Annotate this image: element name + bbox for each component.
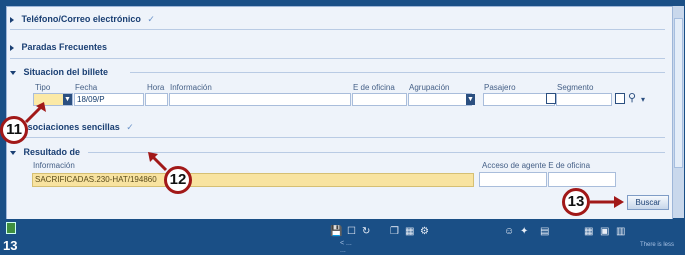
info-value: SACRIFICADAS.230-HAT/194860	[32, 173, 474, 187]
office-input[interactable]	[548, 172, 616, 187]
calendar-icon[interactable]	[546, 93, 556, 104]
oficina-input[interactable]	[352, 93, 407, 106]
col-header-agrupacion: Agrupación	[409, 83, 450, 92]
agent-access-label: Acceso de agente E de oficina	[482, 161, 591, 170]
divider	[88, 152, 665, 153]
check-icon: ✓	[126, 122, 134, 132]
dropdown-arrow-icon[interactable]: ▼	[466, 94, 475, 105]
copy-icon[interactable]: ❐	[390, 226, 399, 238]
col-header-informacion: Información	[170, 83, 212, 92]
chart-icon[interactable]: ▥	[616, 226, 625, 238]
col-header-oficina: E de oficina	[353, 83, 395, 92]
informacion-input[interactable]	[169, 93, 351, 106]
divider	[10, 29, 665, 30]
scroll-thumb[interactable]	[674, 18, 683, 168]
section-ticket-status[interactable]: Situacion del billete	[10, 67, 108, 77]
info-label: Información	[33, 161, 75, 170]
calendar-icon[interactable]	[615, 93, 625, 104]
col-header-pasajero: Pasajero	[484, 83, 516, 92]
document-icon[interactable]: ▤	[540, 226, 549, 238]
hora-input[interactable]	[145, 93, 168, 106]
callout-12: 12	[164, 166, 192, 194]
section-frequent-stops[interactable]: Paradas Frecuentes	[10, 42, 107, 52]
user-icon[interactable]: ☺	[504, 226, 514, 238]
col-header-fecha: Fecha	[75, 83, 98, 92]
status-icon	[6, 222, 16, 234]
refresh-icon[interactable]: ↻	[362, 226, 370, 238]
vertical-scrollbar[interactable]	[672, 6, 684, 218]
col-header-segmento: Segmento	[557, 83, 594, 92]
col-header-hora: Hora	[147, 83, 165, 92]
calendar-toolbar-icon[interactable]: ▣	[600, 226, 609, 238]
agrupacion-select[interactable]	[408, 93, 472, 106]
section-results[interactable]: Resultado de	[10, 147, 80, 157]
expand-arrow-icon[interactable]	[10, 16, 14, 23]
pasajero-input[interactable]	[483, 93, 555, 106]
expand-arrow-icon[interactable]	[10, 44, 14, 51]
dropdown-arrow-icon[interactable]: ▼	[63, 94, 72, 105]
grid-icon[interactable]: ▦	[584, 226, 593, 238]
save-icon[interactable]: 💾	[330, 226, 342, 238]
collapse-arrow-icon[interactable]	[10, 150, 16, 155]
settings-icon[interactable]: ⚙	[420, 226, 429, 238]
divider	[10, 137, 665, 138]
callout-13: 13	[562, 188, 590, 216]
segmento-input[interactable]	[556, 93, 612, 106]
check-icon: ✓	[147, 14, 155, 24]
chevron-down-icon[interactable]: ▾	[641, 95, 645, 104]
callout-11: 11	[0, 116, 28, 144]
callout-arrow-13	[590, 196, 624, 208]
fecha-input[interactable]: 18/09/P	[74, 93, 144, 106]
search-button[interactable]: Buscar	[627, 195, 669, 210]
page-number: 13	[3, 238, 18, 253]
star-icon[interactable]: ✦	[520, 226, 528, 238]
collapse-arrow-icon[interactable]	[10, 70, 16, 75]
status-line-2: ...	[340, 247, 346, 254]
paste-icon[interactable]: ▦	[405, 226, 414, 238]
agent-access-input[interactable]	[479, 172, 547, 187]
divider	[130, 72, 665, 73]
col-header-tipo: Tipo	[35, 83, 51, 92]
corner-status: There is less	[640, 242, 675, 248]
section-contact[interactable]: Teléfono/Correo electrónico ✓	[10, 14, 155, 25]
search-icon[interactable]: ⚲	[628, 91, 636, 104]
status-line-1: < ...	[340, 240, 352, 247]
new-document-icon[interactable]: ☐	[347, 226, 356, 238]
divider	[10, 58, 665, 59]
